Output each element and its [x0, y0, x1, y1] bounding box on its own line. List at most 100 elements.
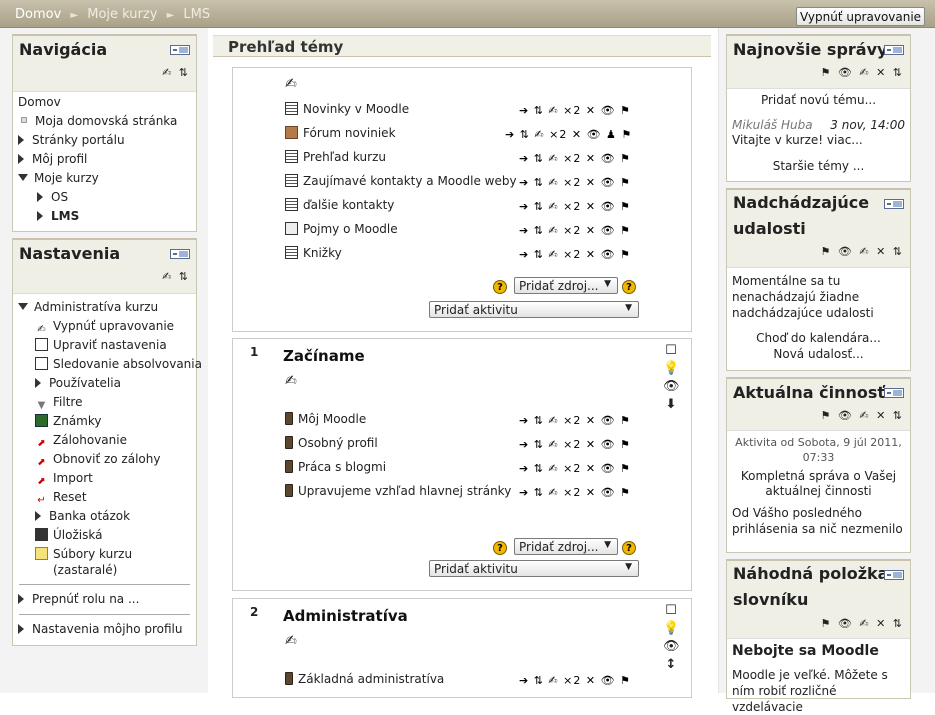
show-only-section-icon[interactable]: ☐ — [663, 603, 679, 618]
activity-edit-icons[interactable]: ➔ ⇅ ✍ ×2 ✕ 👁 ⚑ — [519, 486, 631, 499]
activity-item[interactable]: Môj Moodle — [285, 412, 366, 426]
highlight-lightbulb-icon[interactable]: 💡 — [663, 361, 679, 376]
activity-link[interactable]: Prehľad kurzu — [303, 150, 386, 164]
settings-edit-settings[interactable]: Upraviť nastavenia — [35, 338, 167, 352]
activity-link[interactable]: Zaujímavé kontakty a Moodle weby — [303, 174, 517, 188]
news-message[interactable]: Vitajte v kurze! viac... — [732, 133, 905, 147]
settings-course-files[interactable]: Súbory kurzu — [35, 547, 132, 561]
activity-item[interactable]: ďalšie kontakty — [285, 198, 394, 212]
dock-block-icon[interactable] — [884, 199, 904, 209]
block-edit-icons[interactable]: ⚑ 👁 ✍ ✕ ⇅ — [821, 66, 904, 79]
switch-role[interactable]: Prepnúť rolu na ... — [18, 592, 139, 606]
add-resource-select[interactable]: Pridať zdroj... ▼ — [514, 277, 618, 294]
activity-edit-icons[interactable]: ➔ ⇅ ✍ ×2 ✕ 👁 ⚑ — [519, 248, 631, 261]
activity-link[interactable]: Práca s blogmi — [298, 460, 386, 474]
add-new-topic-link[interactable]: Pridať novú tému... — [732, 93, 905, 107]
full-report-link[interactable]: Kompletná správa o Vašej aktuálnej činno… — [732, 469, 905, 499]
breadcrumb-courses[interactable]: Moje kurzy — [87, 7, 157, 22]
activity-link[interactable]: ďalšie kontakty — [303, 198, 394, 212]
visibility-eye-icon[interactable]: 👁 — [663, 379, 680, 394]
highlight-lightbulb-icon[interactable]: 💡 — [663, 621, 679, 636]
edit-summary-icon[interactable]: ✍ — [285, 76, 297, 92]
activity-edit-icons[interactable]: ➔ ⇅ ✍ ×2 ✕ 👁 ⚑ — [519, 224, 631, 237]
nav-site-pages[interactable]: Stránky portálu — [18, 133, 125, 147]
activity-item[interactable]: Fórum noviniek — [285, 126, 396, 140]
activity-link[interactable]: Základná administratíva — [298, 672, 444, 686]
settings-users[interactable]: Používatelia — [35, 376, 121, 390]
activity-edit-icons[interactable]: ➔ ⇅ ✍ ×2 ✕ 👁 ⚑ — [519, 104, 631, 117]
help-icon[interactable]: ? — [622, 280, 636, 294]
activity-link[interactable]: Upravujeme vzhľad hlavnej stránky — [298, 484, 511, 498]
activity-item[interactable]: Osobný profil — [285, 436, 378, 450]
block-edit-icons[interactable]: ✍ ⇅ — [162, 66, 190, 79]
settings-backup[interactable]: ⬈ Zálohovanie — [35, 433, 127, 450]
breadcrumb-home[interactable]: Domov — [15, 7, 61, 22]
activity-edit-icons[interactable]: ➔ ⇅ ✍ ×2 ✕ 👁 ⚑ — [519, 438, 631, 451]
block-edit-icons[interactable]: ⚑ 👁 ✍ ✕ ⇅ — [821, 617, 904, 630]
add-resource-select[interactable]: Pridať zdroj... ▼ — [514, 538, 618, 555]
settings-restore[interactable]: ⬈ Obnoviť zo zálohy — [35, 452, 160, 469]
turn-editing-off-button[interactable]: Vypnúť upravovanie — [796, 7, 926, 26]
nav-home[interactable]: Domov — [18, 95, 61, 109]
nav-my-profile[interactable]: Môj profil — [18, 152, 87, 166]
breadcrumb-current[interactable]: LMS — [183, 7, 210, 22]
activity-item[interactable]: Novinky v Moodle — [285, 102, 409, 116]
activity-item[interactable]: Upravujeme vzhľad hlavnej stránky — [285, 484, 511, 498]
help-icon[interactable]: ? — [622, 541, 636, 555]
activity-item[interactable]: Prehľad kurzu — [285, 150, 386, 164]
block-edit-icons[interactable]: ⚑ 👁 ✍ ✕ ⇅ — [821, 245, 904, 258]
add-activity-select[interactable]: Pridať aktivitu ▼ — [429, 301, 639, 318]
nav-course-os[interactable]: OS — [37, 190, 68, 204]
settings-turn-editing-off[interactable]: ✍ Vypnúť upravovanie — [35, 319, 174, 336]
nav-course-lms[interactable]: LMS — [37, 209, 79, 223]
visibility-eye-icon[interactable]: 👁 — [663, 639, 680, 654]
add-activity-select[interactable]: Pridať aktivitu ▼ — [429, 560, 639, 577]
activity-link[interactable]: Fórum noviniek — [303, 126, 396, 140]
activity-link[interactable]: Pojmy o Moodle — [303, 222, 398, 236]
activity-item[interactable]: Pojmy o Moodle — [285, 222, 398, 236]
block-edit-icons[interactable]: ⚑ 👁 ✍ ✕ ⇅ — [821, 409, 904, 422]
activity-edit-icons[interactable]: ➔ ⇅ ✍ ×2 ✕ 👁 ⚑ — [519, 674, 631, 687]
move-down-icon[interactable]: ⬇ — [663, 397, 679, 412]
settings-grades[interactable]: Známky — [35, 414, 102, 428]
profile-settings[interactable]: Nastavenia môjho profilu — [18, 622, 183, 636]
settings-filters[interactable]: ▼ Filtre — [35, 395, 83, 412]
activity-edit-icons[interactable]: ➔ ⇅ ✍ ×2 ✕ 👁 ⚑ — [519, 414, 631, 427]
dock-block-icon[interactable] — [170, 45, 190, 55]
settings-reset[interactable]: ↵ Reset — [35, 490, 86, 507]
block-edit-icons[interactable]: ✍ ⇅ — [162, 270, 190, 283]
dock-block-icon[interactable] — [884, 388, 904, 398]
settings-import[interactable]: ⬈ Import — [35, 471, 93, 488]
settings-repositories[interactable]: Úložiská — [35, 528, 102, 542]
older-topics-link[interactable]: Staršie témy ... — [732, 159, 905, 173]
activity-link[interactable]: Môj Moodle — [298, 412, 366, 426]
dock-block-icon[interactable] — [170, 249, 190, 259]
dock-block-icon[interactable] — [884, 570, 904, 580]
edit-summary-icon[interactable]: ✍ — [285, 633, 297, 649]
activity-item[interactable]: Základná administratíva — [285, 672, 444, 686]
activity-edit-icons[interactable]: ➔ ⇅ ✍ ×2 ✕ 👁 ⚑ — [519, 462, 631, 475]
settings-completion-tracking[interactable]: Sledovanie absolvovania — [35, 357, 202, 371]
activity-link[interactable]: Knižky — [303, 246, 342, 260]
nav-my-courses[interactable]: Moje kurzy — [18, 171, 99, 185]
move-icon[interactable]: ↕ — [663, 657, 679, 672]
activity-link[interactable]: Osobný profil — [298, 436, 378, 450]
course-admin[interactable]: Administratíva kurzu — [18, 300, 158, 314]
activity-item[interactable]: Práca s blogmi — [285, 460, 386, 474]
nav-my-home[interactable]: Moja domovská stránka — [18, 114, 177, 128]
go-to-calendar-link[interactable]: Choď do kalendára... — [732, 331, 905, 345]
help-icon[interactable]: ? — [493, 541, 507, 555]
new-event-link[interactable]: Nová udalosť... — [732, 347, 905, 361]
activity-item[interactable]: Zaujímavé kontakty a Moodle weby — [285, 174, 517, 188]
settings-question-bank[interactable]: Banka otázok — [35, 509, 130, 523]
dock-block-icon[interactable] — [884, 45, 904, 55]
activity-edit-icons[interactable]: ➔ ⇅ ✍ ×2 ✕ 👁 ⚑ — [519, 152, 631, 165]
activity-edit-icons[interactable]: ➔ ⇅ ✍ ×2 ✕ 👁 ⚑ — [519, 200, 631, 213]
help-icon[interactable]: ? — [493, 280, 507, 294]
activity-link[interactable]: Novinky v Moodle — [303, 102, 409, 116]
activity-item[interactable]: Knižky — [285, 246, 342, 260]
edit-summary-icon[interactable]: ✍ — [285, 373, 297, 389]
activity-edit-icons[interactable]: ➔ ⇅ ✍ ×2 ✕ 👁 ♟ ⚑ — [505, 128, 632, 141]
activity-edit-icons[interactable]: ➔ ⇅ ✍ ×2 ✕ 👁 ⚑ — [519, 176, 631, 189]
show-only-section-icon[interactable]: ☐ — [663, 343, 679, 358]
